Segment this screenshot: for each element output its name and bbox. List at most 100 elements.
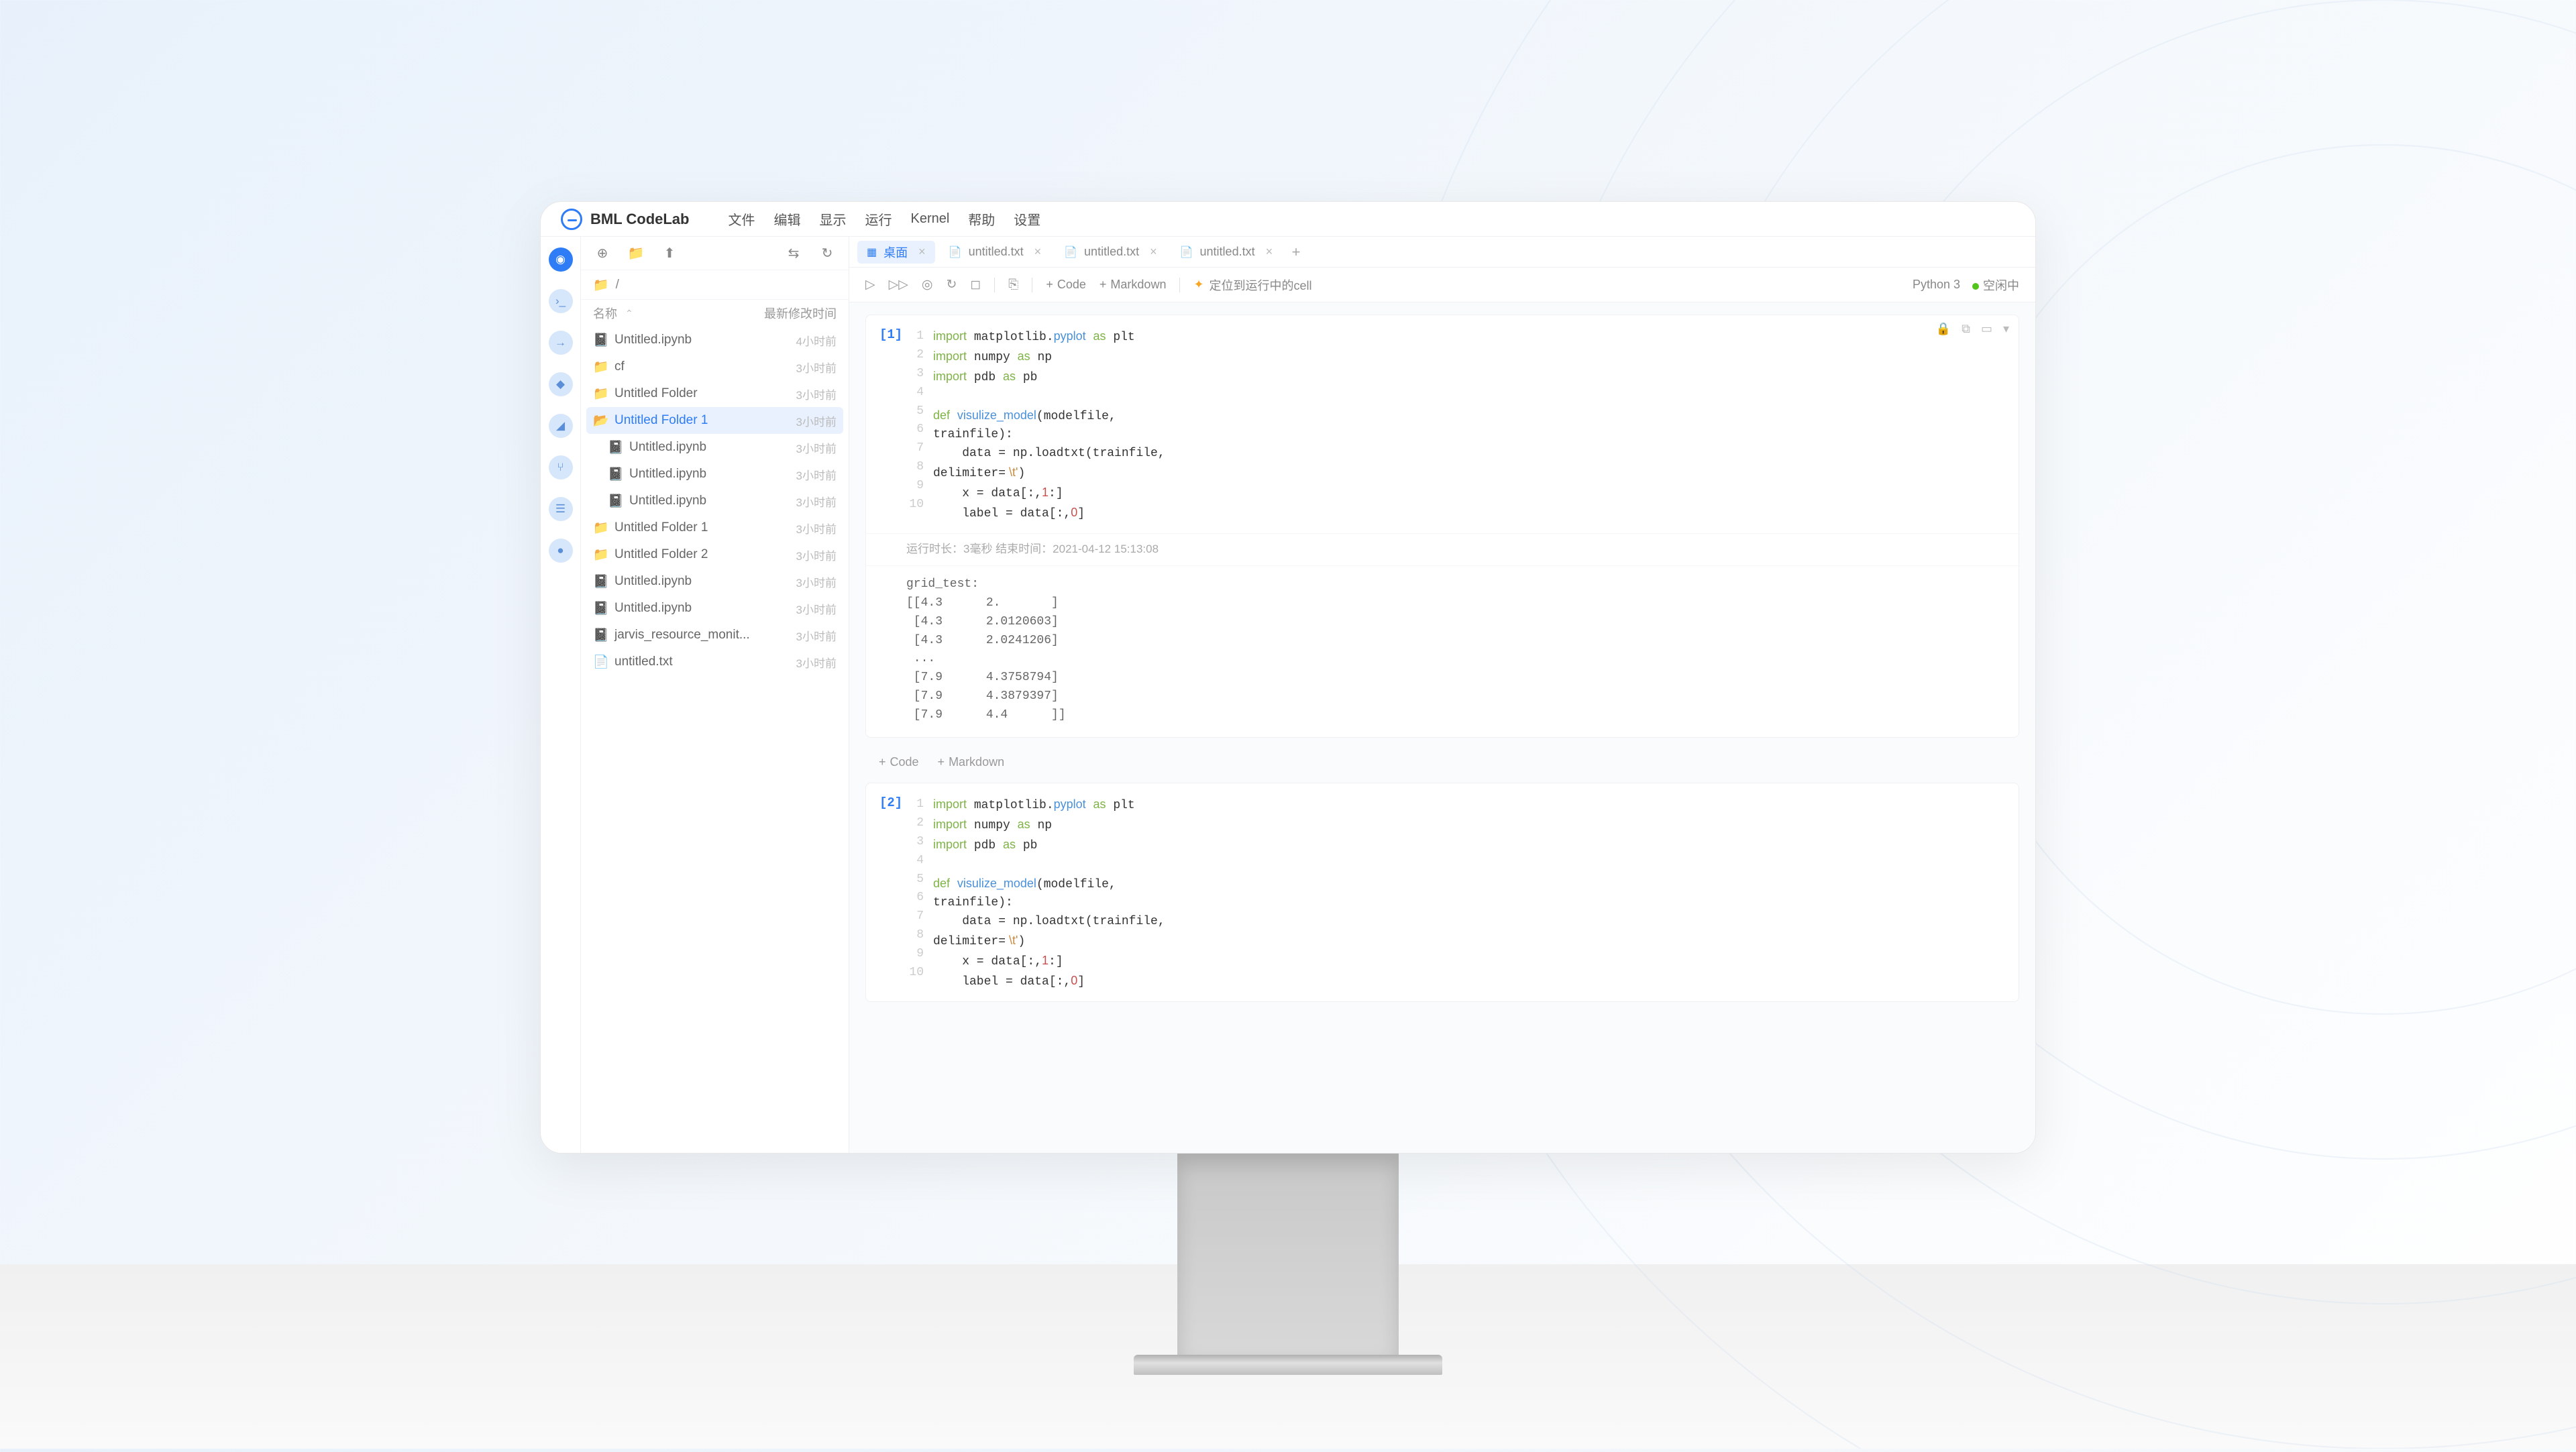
close-icon[interactable]: × bbox=[1266, 245, 1273, 259]
col-name[interactable]: 名称 bbox=[593, 304, 617, 322]
file-label: jarvis_resource_monit... bbox=[614, 628, 750, 643]
main-area: ▦桌面×📄untitled.txt×📄untitled.txt×📄untitle… bbox=[849, 237, 2035, 1153]
tab[interactable]: 📄untitled.txt× bbox=[1055, 241, 1166, 264]
notebook-body: 🔒 ⧉ ▭ ▾ [1] 12345678910 import matplotli… bbox=[849, 302, 2035, 1153]
locate-icon: ✦ bbox=[1193, 278, 1203, 292]
file-icon: 📓 bbox=[593, 627, 606, 643]
menu-edit[interactable]: 编辑 bbox=[773, 209, 800, 229]
activity-rail: ◉ ›_ → ◆ ◢ ⑂ ☰ ● bbox=[541, 237, 581, 1153]
tab-label: untitled.txt bbox=[969, 245, 1024, 259]
tab-file-icon: ▦ bbox=[867, 245, 877, 259]
menu-run[interactable]: 运行 bbox=[865, 209, 892, 229]
file-time: 3小时前 bbox=[796, 466, 837, 483]
add-markdown-button[interactable]: +Markdown bbox=[1099, 278, 1167, 292]
rail-extensions-icon[interactable]: ◆ bbox=[549, 372, 573, 396]
locate-running-button[interactable]: ✦定位到运行中的cell bbox=[1193, 276, 1311, 294]
rail-files-icon[interactable]: ◉ bbox=[549, 247, 573, 272]
breadcrumb[interactable]: 📁 / bbox=[581, 270, 849, 300]
cell-actions: 🔒 ⧉ ▭ ▾ bbox=[1936, 322, 2009, 336]
rail-chart-icon[interactable]: ◢ bbox=[549, 414, 573, 438]
rail-branch-icon[interactable]: ⑂ bbox=[549, 455, 573, 480]
code-cell[interactable]: 🔒 ⧉ ▭ ▾ [1] 12345678910 import matplotli… bbox=[865, 315, 2019, 738]
sort-chevron-icon[interactable]: ⌃ bbox=[625, 308, 633, 319]
stop-icon[interactable]: ◻ bbox=[970, 277, 981, 292]
tree-row[interactable]: 📓Untitled.ipynb4小时前 bbox=[581, 327, 849, 353]
lock-icon[interactable]: 🔒 bbox=[1936, 322, 1951, 336]
close-icon[interactable]: × bbox=[918, 245, 926, 259]
menu-file[interactable]: 文件 bbox=[728, 209, 755, 229]
kernel-name[interactable]: Python 3 bbox=[1913, 278, 1960, 292]
tree-row[interactable]: 📁Untitled Folder 23小时前 bbox=[581, 541, 849, 568]
duplicate-icon[interactable]: ⧉ bbox=[1962, 322, 1970, 336]
tab[interactable]: 📄untitled.txt× bbox=[939, 241, 1051, 264]
cell-output: grid_test: [[4.3 2. ] [4.3 2.0120603] [4… bbox=[866, 565, 2019, 737]
divider bbox=[1179, 278, 1180, 292]
file-label: untitled.txt bbox=[614, 655, 673, 669]
copy-icon[interactable]: ⎘ bbox=[1008, 278, 1018, 292]
rail-list-icon[interactable]: ☰ bbox=[549, 497, 573, 521]
tree-row[interactable]: 📓Untitled.ipynb3小时前 bbox=[581, 461, 849, 488]
tree-row[interactable]: 📓jarvis_resource_monit...3小时前 bbox=[581, 622, 849, 649]
col-time[interactable]: 最新修改时间 bbox=[764, 304, 837, 322]
insert-between: + Code + Markdown bbox=[865, 750, 2019, 783]
tree-row[interactable]: 📓Untitled.ipynb3小时前 bbox=[581, 488, 849, 514]
file-icon: 📂 bbox=[593, 412, 606, 429]
tree-row[interactable]: 📁Untitled Folder3小时前 bbox=[581, 380, 849, 407]
file-icon: 📓 bbox=[593, 600, 606, 616]
sync-icon[interactable]: ⇆ bbox=[784, 244, 803, 263]
file-icon: 📄 bbox=[593, 654, 606, 670]
code-editor[interactable]: import matplotlib.pyplot as plt import n… bbox=[933, 327, 2005, 524]
file-label: cf bbox=[614, 359, 625, 374]
insert-markdown-button[interactable]: + Markdown bbox=[938, 755, 1005, 769]
menu-help[interactable]: 帮助 bbox=[968, 209, 995, 229]
file-label: Untitled.ipynb bbox=[629, 440, 706, 455]
file-icon: 📓 bbox=[593, 573, 606, 590]
code-editor[interactable]: import matplotlib.pyplot as plt import n… bbox=[933, 795, 2005, 992]
tree-row[interactable]: 📁Untitled Folder 13小时前 bbox=[581, 514, 849, 541]
sidebar-header: 名称 ⌃ 最新修改时间 bbox=[581, 300, 849, 327]
upload-icon[interactable]: ⬆ bbox=[660, 244, 679, 263]
tree-row[interactable]: 📂Untitled Folder 13小时前 bbox=[586, 407, 843, 434]
monitor-frame: BML CodeLab 文件 编辑 显示 运行 Kernel 帮助 设置 ◉ ›… bbox=[540, 201, 2036, 1375]
add-tab-button[interactable]: + bbox=[1286, 242, 1306, 262]
output-icon[interactable]: ▭ bbox=[1981, 322, 1992, 336]
tree-row[interactable]: 📄untitled.txt3小时前 bbox=[581, 649, 849, 675]
code-cell[interactable]: [2] 12345678910 import matplotlib.pyplot… bbox=[865, 783, 2019, 1002]
file-label: Untitled.ipynb bbox=[614, 333, 692, 347]
tree-row[interactable]: 📓Untitled.ipynb3小时前 bbox=[581, 568, 849, 595]
restart-icon[interactable]: ↻ bbox=[946, 277, 957, 292]
line-gutter: 12345678910 bbox=[906, 327, 933, 524]
file-icon: 📓 bbox=[608, 439, 621, 455]
tree-row[interactable]: 📓Untitled.ipynb3小时前 bbox=[581, 434, 849, 461]
add-code-button[interactable]: +Code bbox=[1046, 278, 1086, 292]
close-icon[interactable]: × bbox=[1150, 245, 1157, 259]
rail-terminal-icon[interactable]: ›_ bbox=[549, 289, 573, 313]
tree-row[interactable]: 📁cf3小时前 bbox=[581, 353, 849, 380]
rail-run-icon[interactable]: → bbox=[549, 331, 573, 355]
refresh-icon[interactable]: ↻ bbox=[818, 244, 837, 263]
close-icon[interactable]: × bbox=[1034, 245, 1042, 259]
logo-icon bbox=[561, 209, 582, 230]
insert-code-button[interactable]: + Code bbox=[879, 755, 919, 769]
tab-file-icon: 📄 bbox=[1180, 245, 1193, 259]
open-folder-icon[interactable]: 📁 bbox=[627, 244, 645, 263]
menu-settings[interactable]: 设置 bbox=[1014, 209, 1040, 229]
new-file-icon[interactable]: ⊕ bbox=[593, 244, 612, 263]
tab[interactable]: ▦桌面× bbox=[857, 241, 935, 264]
target-icon[interactable]: ◎ bbox=[922, 277, 933, 292]
file-tree: 📓Untitled.ipynb4小时前📁cf3小时前📁Untitled Fold… bbox=[581, 327, 849, 1153]
run-icon[interactable]: ▷ bbox=[865, 277, 875, 292]
menu-kernel[interactable]: Kernel bbox=[910, 211, 949, 227]
file-label: Untitled.ipynb bbox=[614, 574, 692, 589]
rail-user-icon[interactable]: ● bbox=[549, 539, 573, 563]
file-label: Untitled Folder 1 bbox=[614, 413, 708, 428]
tree-row[interactable]: 📓Untitled.ipynb3小时前 bbox=[581, 595, 849, 622]
file-label: Untitled Folder 2 bbox=[614, 547, 708, 562]
menu-view[interactable]: 显示 bbox=[819, 209, 846, 229]
bookmark-icon[interactable]: ▾ bbox=[2003, 322, 2009, 336]
run-all-icon[interactable]: ▷▷ bbox=[889, 277, 908, 292]
file-icon: 📓 bbox=[608, 466, 621, 482]
line-gutter: 12345678910 bbox=[906, 795, 933, 992]
tab[interactable]: 📄untitled.txt× bbox=[1171, 241, 1282, 264]
file-icon: 📓 bbox=[593, 332, 606, 348]
